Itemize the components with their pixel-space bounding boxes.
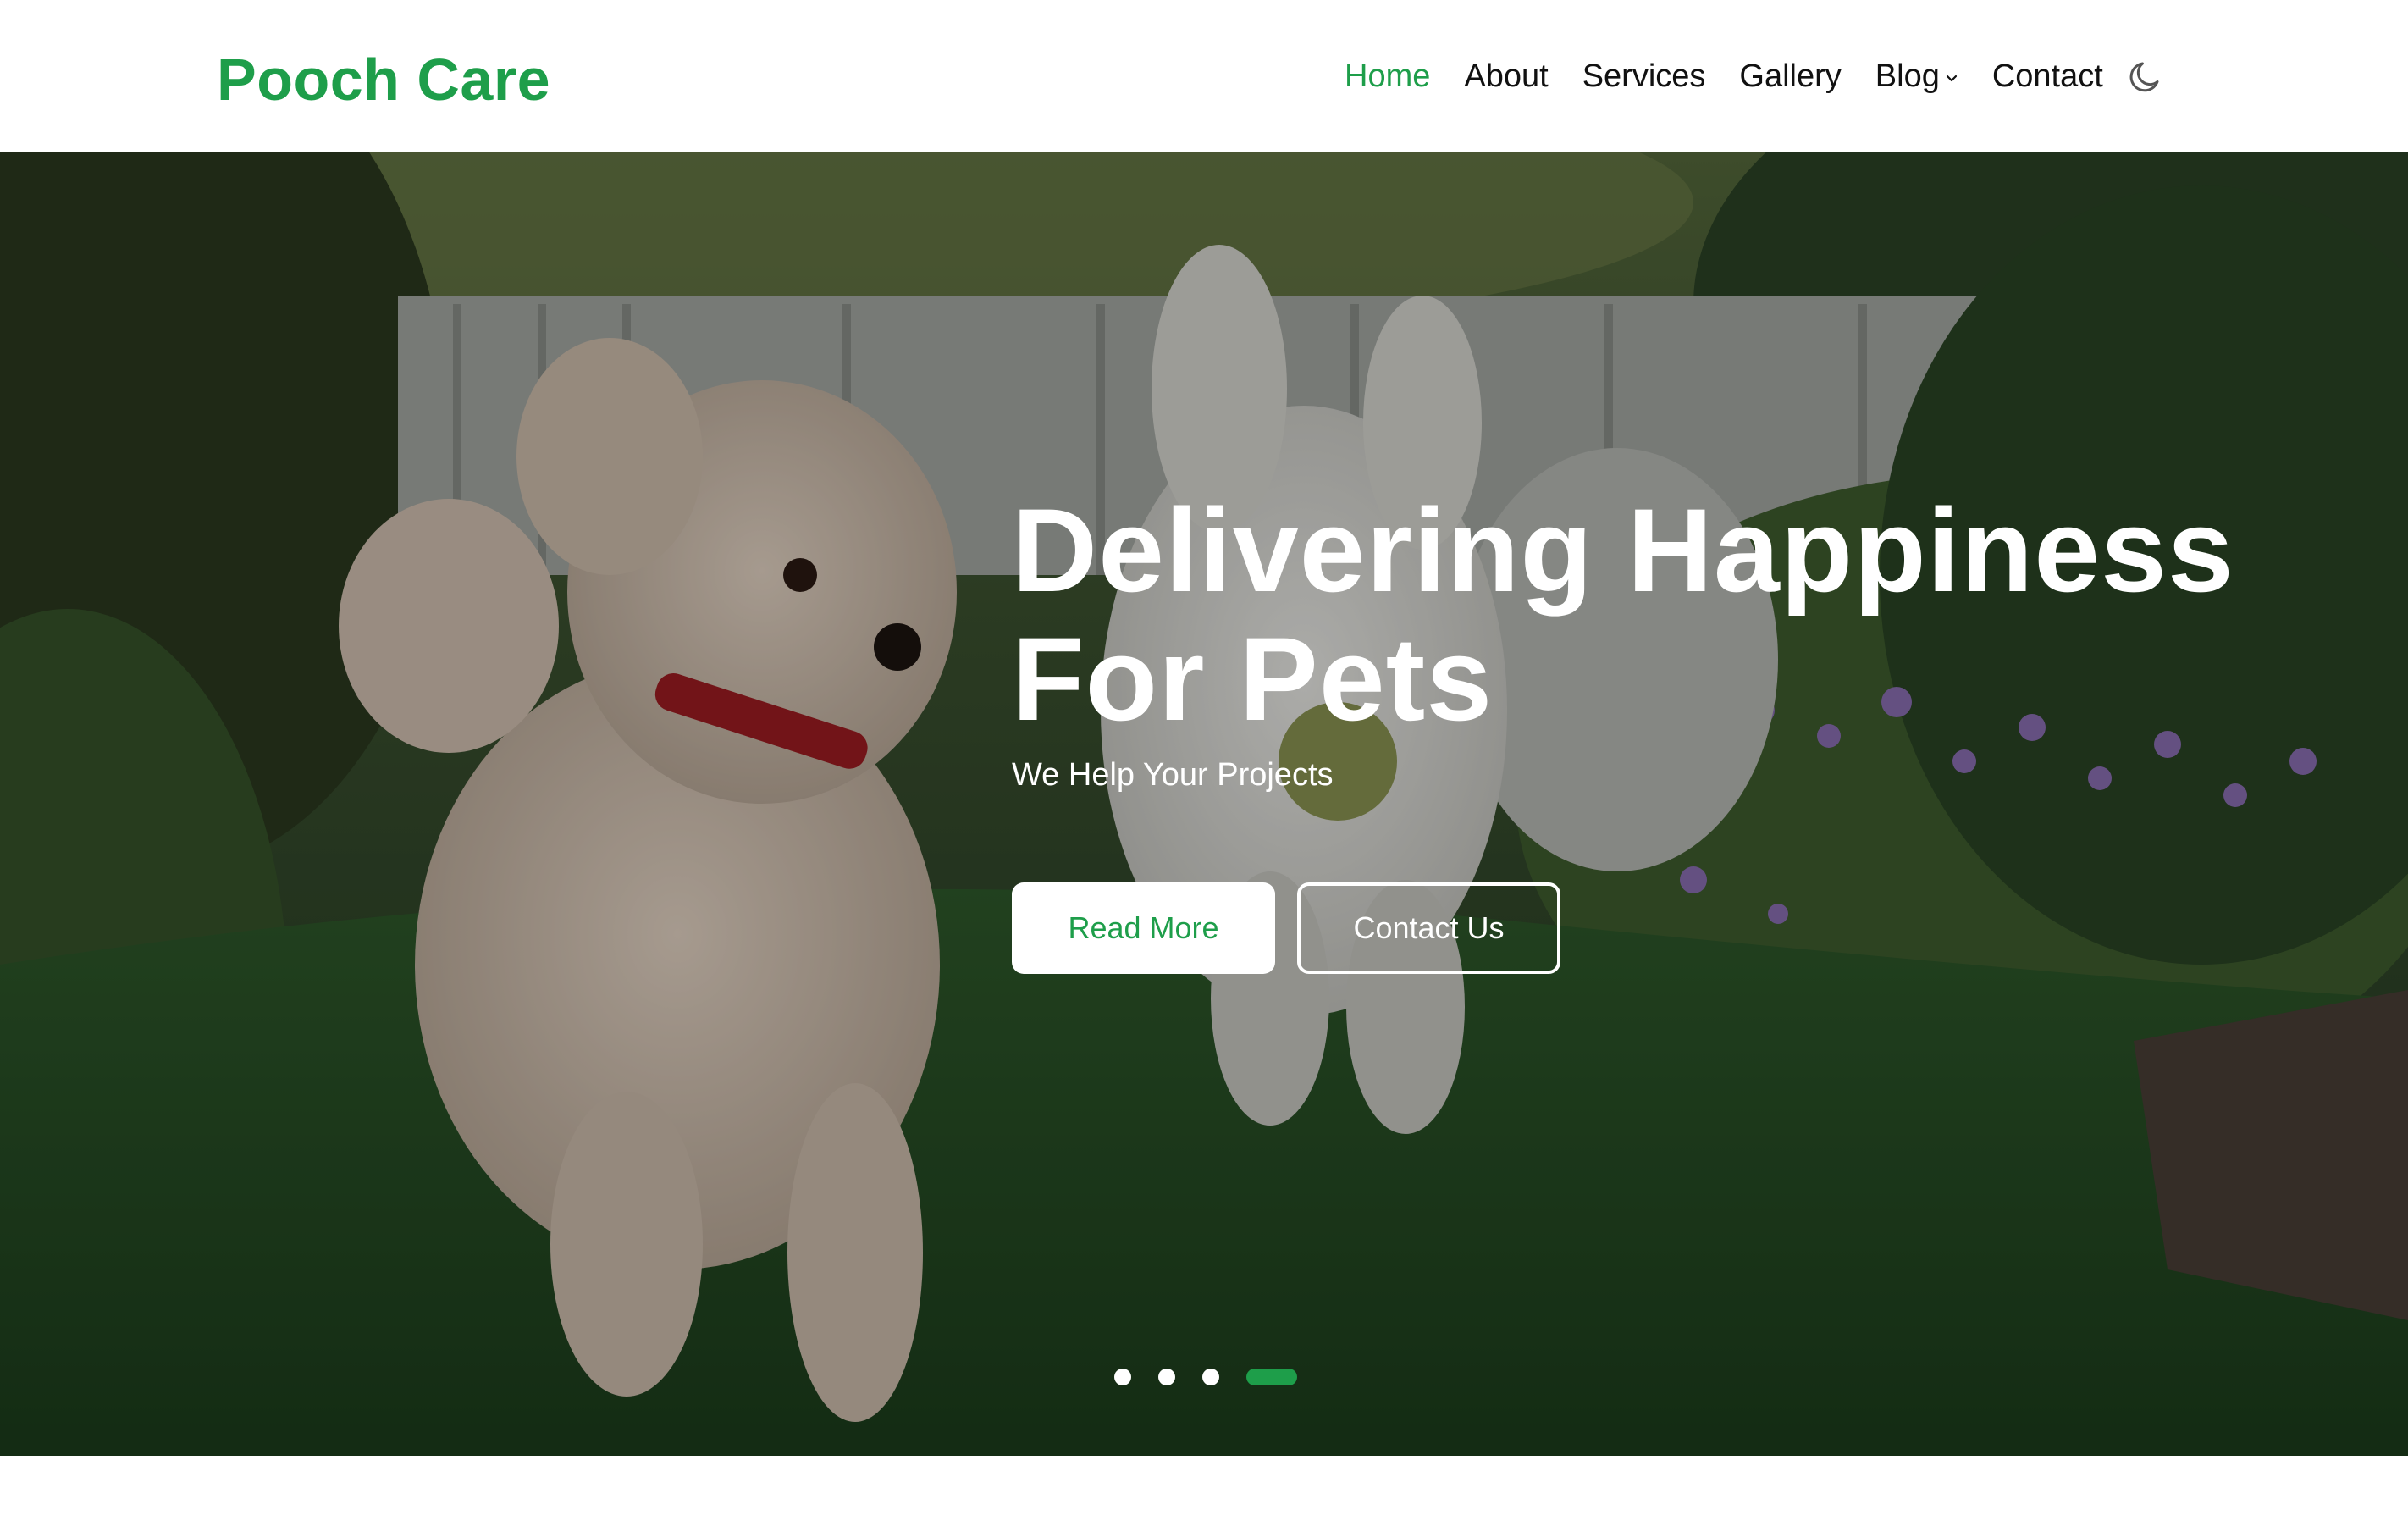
nav-item-contact[interactable]: Contact bbox=[1992, 51, 2103, 102]
contact-us-button[interactable]: Contact Us bbox=[1297, 882, 1560, 974]
read-more-button[interactable]: Read More bbox=[1012, 882, 1275, 974]
brand-logo[interactable]: Pooch Care bbox=[217, 39, 550, 120]
hero-buttons: Read More Contact Us bbox=[1012, 882, 2197, 974]
nav-item-services[interactable]: Services bbox=[1582, 51, 1706, 102]
hero-title: Delivering Happiness For Pets bbox=[1012, 484, 2234, 745]
hero-title-line: Delivering Happiness bbox=[1012, 484, 2234, 617]
carousel-dot[interactable] bbox=[1202, 1369, 1219, 1385]
hero-subtitle: We Help Your Projects bbox=[1012, 757, 1334, 793]
nav-item-about[interactable]: About bbox=[1464, 51, 1548, 102]
carousel-dot-active[interactable] bbox=[1246, 1369, 1297, 1385]
moon-icon[interactable] bbox=[2125, 57, 2166, 97]
hero-content: Delivering Happiness For Pets We Help Yo… bbox=[1012, 484, 2234, 974]
nav-item-label: Blog bbox=[1875, 58, 1940, 94]
nav-item-label: Home bbox=[1345, 58, 1431, 94]
carousel-dot[interactable] bbox=[1114, 1369, 1131, 1385]
nav-item-label: Contact bbox=[1991, 58, 2103, 94]
nav-item-gallery[interactable]: Gallery bbox=[1739, 51, 1841, 102]
nav-item-blog[interactable]: Blog bbox=[1875, 51, 1958, 102]
navbar: Pooch Care Home About Services Gallery B… bbox=[0, 0, 2408, 152]
carousel-indicators bbox=[1114, 1369, 1297, 1385]
carousel-dot[interactable] bbox=[1158, 1369, 1175, 1385]
chevron-down-icon bbox=[1946, 75, 1957, 82]
hero-title-line: For Pets bbox=[1012, 612, 1494, 745]
nav-item-label: About bbox=[1464, 58, 1549, 94]
nav-menu: Home About Services Gallery Blog Contact bbox=[1345, 51, 2103, 102]
nav-item-home[interactable]: Home bbox=[1345, 51, 1430, 102]
nav-item-label: Gallery bbox=[1739, 58, 1842, 94]
hero-section: Delivering Happiness For Pets We Help Yo… bbox=[0, 152, 2408, 1456]
nav-item-label: Services bbox=[1582, 58, 1706, 94]
